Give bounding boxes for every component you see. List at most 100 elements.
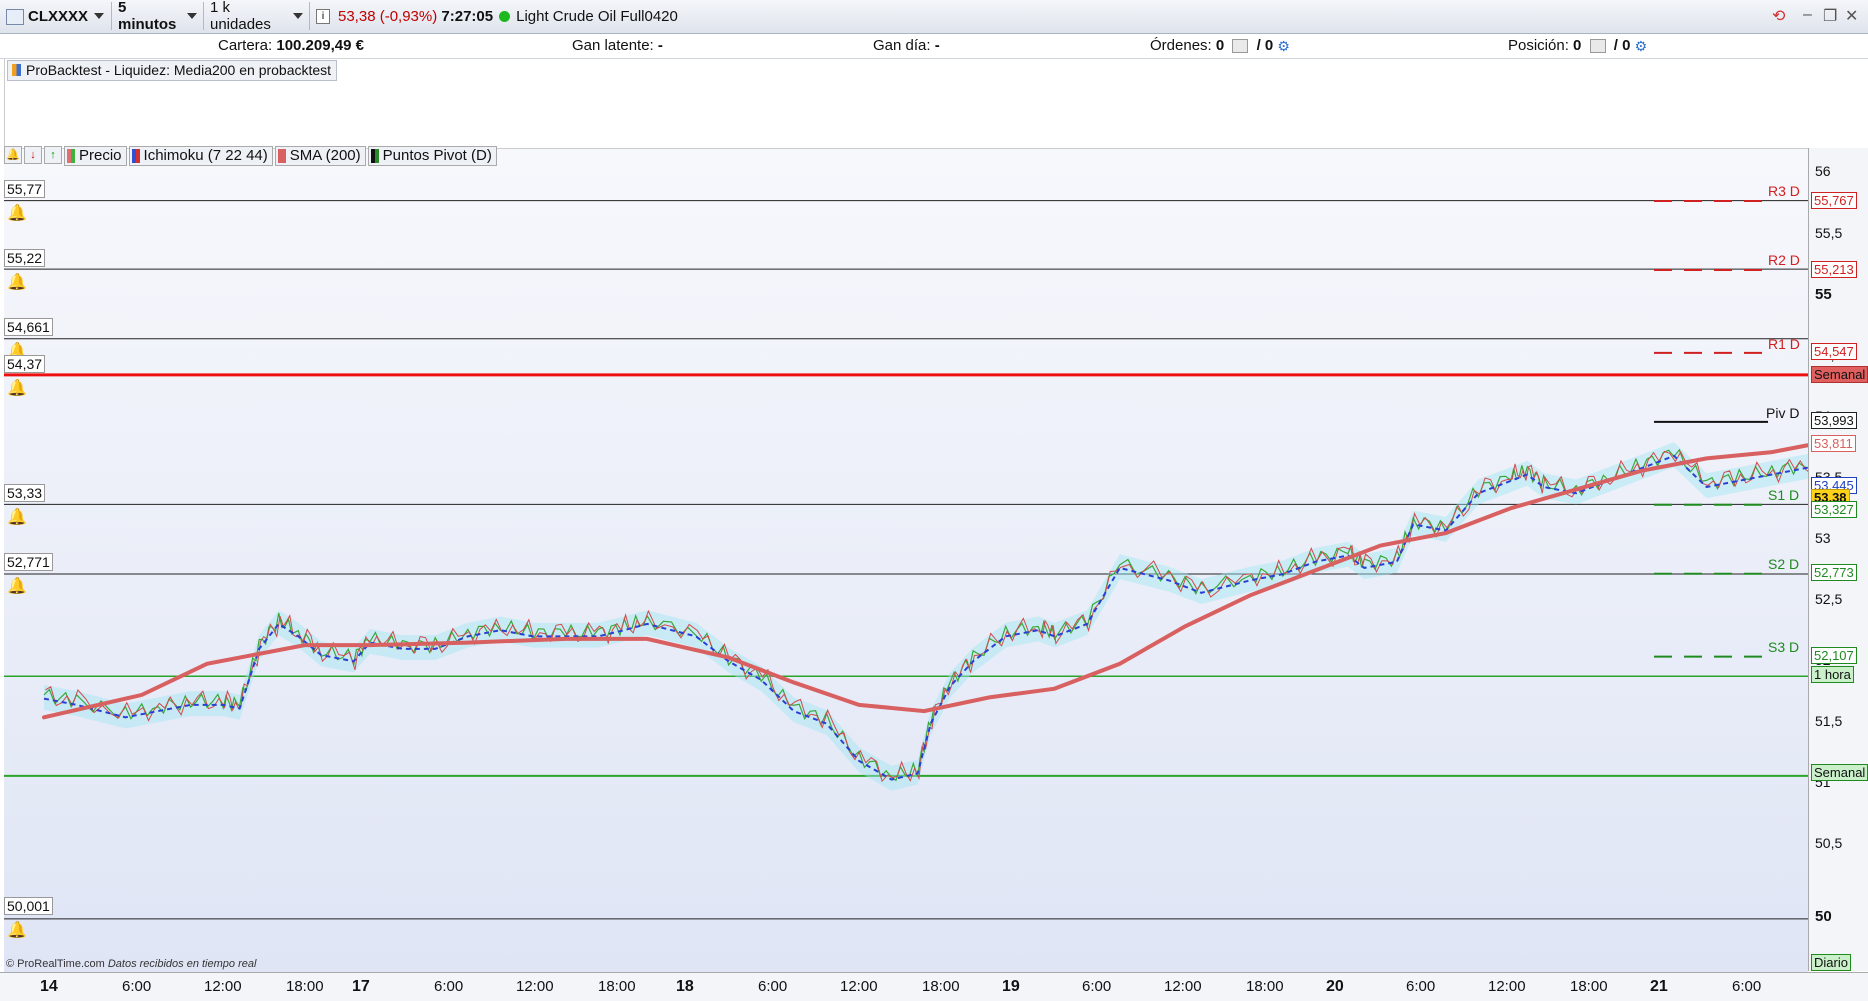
time-tick: 18 [676,978,694,995]
gan-latente: Gan latente: - [572,37,663,54]
gear-icon[interactable]: ⚙ [1277,38,1290,55]
cancel-orders-button[interactable] [1232,39,1249,54]
time-tick: 12:00 [840,978,878,995]
axis-tag-semanal: Semanal [1811,366,1868,383]
time-tick: 17 [352,978,370,995]
posicion-label: Posición: [1508,37,1569,54]
sell-arrow-icon[interactable]: ↓ [24,146,42,164]
alert-bell-icon[interactable]: 🔔 [7,920,27,940]
level-label[interactable]: 54,661 [4,318,53,336]
legend-label: Ichimoku (7 22 44) [143,147,268,164]
axis-tag-s1: 53,327 [1811,501,1857,518]
alert-bell-icon[interactable]: 🔔 [7,507,27,527]
pivot-r3-label: R3 D [1768,183,1800,199]
legend-sma[interactable]: SMA (200) [274,146,366,166]
window-icon [6,9,24,25]
time-tick: 18:00 [922,978,960,995]
bell-icon[interactable]: 🔔 [4,146,22,164]
cartera: Cartera: 100.209,49 € [218,37,364,54]
ordenes: Órdenes: 0 / 0 ⚙ [1150,37,1290,55]
level-label[interactable]: 53,33 [4,484,46,502]
axis-tick: 55,5 [1815,225,1843,241]
axis-tag-r1: 54,547 [1811,343,1857,360]
quote-info: i 53,38 (-0,93%) 7:27:05 Light Crude Oil… [310,2,710,30]
time-tick: 6:00 [1406,978,1436,995]
account-bar: Cartera: 100.209,49 € Gan latente: - Gan… [0,34,1868,59]
alert-bell-icon[interactable]: 🔔 [7,272,27,292]
timeframe-selector[interactable]: 5 minutos [112,0,204,33]
units-selector[interactable]: 1 k unidades [204,0,310,33]
minimize-icon[interactable]: – [1803,6,1812,24]
posicion-total: / 0 [1613,37,1631,54]
status-dot-icon [499,10,511,22]
axis-tag-piv: 53,993 [1811,412,1857,429]
level-label[interactable]: 55,22 [4,249,46,267]
ichimoku-cloud [44,442,1808,791]
time-axis[interactable]: 14 6:00 12:00 18:00 17 6:00 12:00 18:00 18 6:00 12… [0,972,1868,1001]
sync-icon[interactable]: ⟲ [1772,6,1785,26]
time-tick: 18:00 [286,978,324,995]
close-position-button[interactable] [1589,39,1606,54]
price-chart[interactable] [4,148,1808,972]
pivot-r2-label: R2 D [1768,252,1800,268]
gan-dia-label: Gan día: [873,37,931,54]
axis-tag-r2: 55,213 [1811,261,1857,278]
legend-pivot[interactable]: Puntos Pivot (D) [367,146,497,166]
units-label: 1 k unidades [210,0,271,33]
time-tick: 19 [1002,978,1020,995]
axis-tag-semanal-bottom: Semanal [1811,764,1868,781]
alert-bell-icon[interactable]: 🔔 [7,203,27,223]
backtest-label-text: ProBacktest - Liquidez: Media200 en prob… [26,62,332,78]
chart-toolbar: CLXXXX 5 minutos 1 k unidades i 53,38 (-… [0,0,1868,34]
price-axis[interactable]: 56 55,5 55 54,5 54 53,5 53 52,5 52 51,5 … [1808,148,1868,971]
legend-swatch [277,149,286,163]
alert-bell-icon[interactable]: 🔔 [7,576,27,596]
quote-time: 7:27:05 [441,7,494,25]
time-tick: 6:00 [434,978,464,995]
price-change: 53,38 (-0,93%) [338,7,438,25]
info-icon[interactable]: i [316,8,330,24]
legend-swatch [67,149,75,163]
posicion-value: 0 [1573,37,1582,54]
close-icon[interactable]: ✕ [1845,6,1858,26]
pivot-piv-label: Piv D [1766,405,1800,421]
level-label[interactable]: 55,77 [4,180,46,198]
gan-latente-value: - [657,37,663,54]
legend-ichimoku[interactable]: Ichimoku (7 22 44) [128,146,273,166]
price-line-green [43,448,1808,782]
price-chart-canvas[interactable] [4,149,1808,972]
alert-bell-icon[interactable]: 🔔 [7,378,27,398]
time-tick: 6:00 [1732,978,1762,995]
time-tick: 14 [40,978,58,995]
level-label[interactable]: 54,37 [4,355,46,373]
chevron-down-icon [94,13,105,19]
gan-dia-value: - [934,37,940,54]
level-label[interactable]: 50,001 [4,897,53,915]
axis-tag-hora: 1 hora [1811,666,1854,683]
time-tick: 6:00 [122,978,152,995]
backtest-label[interactable]: ProBacktest - Liquidez: Media200 en prob… [7,60,338,81]
axis-tick: 50 [1815,908,1832,925]
pivot-s1-label: S1 D [1768,487,1800,503]
cartera-value: 100.209,49 € [276,37,364,54]
time-tick: 21 [1650,978,1668,995]
pivot-s3-label: S3 D [1768,639,1800,655]
legend-precio[interactable]: Precio [64,146,127,166]
axis-tick: 55 [1815,286,1832,303]
ordenes-total: / 0 [1256,37,1274,54]
legend-swatch [131,149,140,163]
level-label[interactable]: 52,771 [4,553,53,571]
gan-latente-label: Gan latente: [572,37,654,54]
time-tick: 6:00 [758,978,788,995]
restore-icon[interactable]: ❐ [1823,6,1837,26]
symbol-selector[interactable]: CLXXXX [0,2,112,30]
buy-arrow-icon[interactable]: ↑ [44,146,62,164]
axis-tick: 56 [1815,163,1831,179]
ordenes-label: Órdenes: [1150,37,1212,54]
time-tick: 18:00 [1246,978,1284,995]
legend-swatch [370,149,379,163]
axis-tag-sma: 53,811 [1811,435,1856,452]
gear-icon[interactable]: ⚙ [1635,38,1648,55]
axis-tag-s3: 52,107 [1811,647,1857,664]
cartera-label: Cartera: [218,37,273,54]
